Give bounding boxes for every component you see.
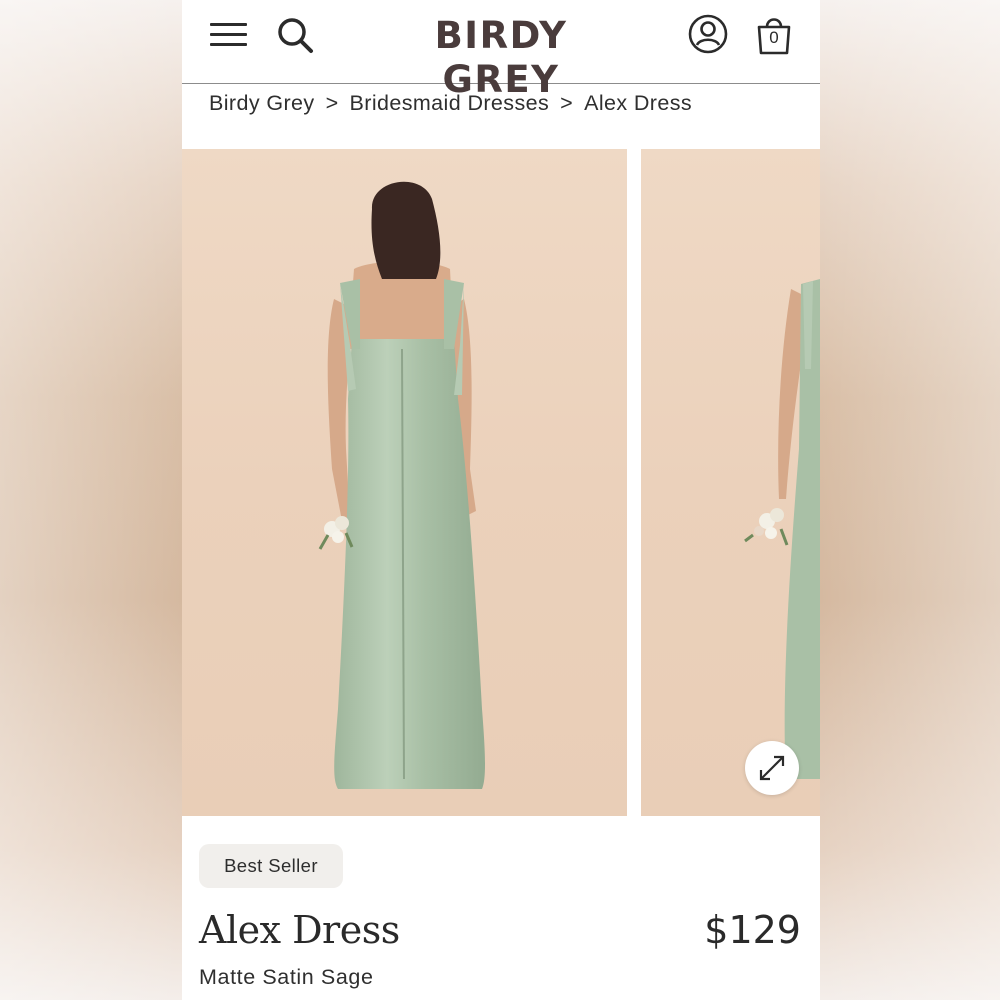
right-background-blur — [820, 0, 1000, 1000]
best-seller-badge: Best Seller — [199, 844, 343, 888]
site-header: BIRDY GREY 0 — [182, 0, 820, 101]
product-image-gallery[interactable] — [182, 149, 820, 816]
product-image-side-view[interactable] — [641, 149, 820, 816]
breadcrumb: Birdy Grey > Bridesmaid Dresses > Alex Dress — [209, 91, 692, 121]
product-variant: Matte Satin Sage — [199, 965, 374, 989]
product-image-back-view[interactable] — [182, 149, 627, 816]
account-icon[interactable] — [688, 14, 728, 54]
breadcrumb-home[interactable]: Birdy Grey — [209, 91, 315, 115]
menu-icon[interactable] — [210, 20, 248, 50]
breadcrumb-separator: > — [560, 91, 574, 115]
site-logo[interactable]: BIRDY GREY — [378, 14, 624, 101]
bag-count: 0 — [769, 28, 779, 47]
mobile-page: BIRDY GREY 0 Birdy Grey > Bridesmaid Dress… — [182, 0, 820, 1000]
breadcrumb-current[interactable]: Alex Dress — [584, 91, 692, 115]
search-icon[interactable] — [276, 15, 316, 55]
breadcrumb-separator: > — [325, 91, 339, 115]
breadcrumb-bridesmaid-dresses[interactable]: Bridesmaid Dresses — [350, 91, 550, 115]
product-price: $129 — [704, 908, 801, 952]
product-name: Alex Dress — [199, 908, 400, 952]
left-background-blur — [0, 0, 182, 1000]
shopping-bag-icon[interactable]: 0 — [755, 14, 793, 56]
expand-icon[interactable] — [745, 741, 799, 795]
